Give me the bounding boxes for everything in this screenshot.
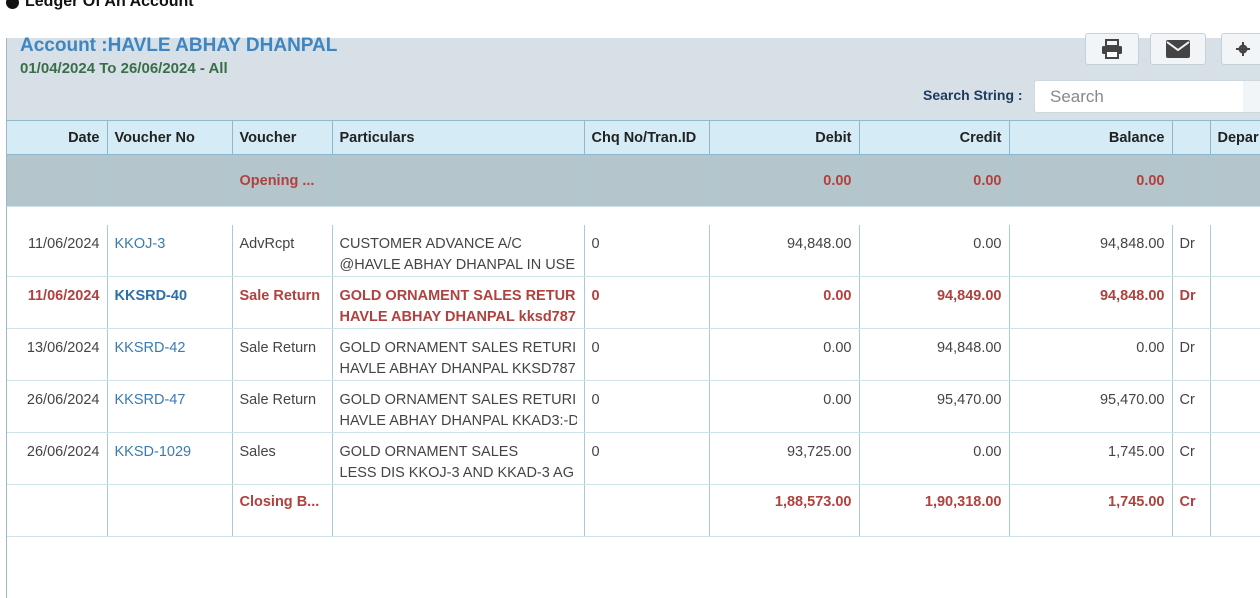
- col-particulars[interactable]: Particulars: [332, 120, 585, 155]
- row-particulars: GOLD ORNAMENT SALES RETURI HAVLE ABHAY D…: [332, 328, 585, 381]
- col-debit[interactable]: Debit: [709, 120, 860, 155]
- row-balance: 95,470.00: [1009, 380, 1173, 433]
- row-credit: 95,470.00: [859, 380, 1010, 433]
- opening-row: Opening ... 0.00 0.00 0.00: [7, 154, 1260, 207]
- closing-row: Closing B... 1,88,573.00 1,90,318.00 1,7…: [7, 484, 1260, 537]
- row-drcr: Cr: [1172, 432, 1211, 485]
- table-row[interactable]: 11/06/2024 KKOJ-3 AdvRcpt CUSTOMER ADVAN…: [7, 224, 1260, 277]
- print-button[interactable]: [1085, 33, 1139, 65]
- row-drcr: Cr: [1172, 380, 1211, 433]
- row-debit: 0.00: [709, 328, 860, 381]
- row-voucher-no-link[interactable]: KKSD-1029: [107, 432, 233, 485]
- row-chq: 0: [584, 432, 710, 485]
- col-voucher[interactable]: Voucher: [232, 120, 333, 155]
- row-balance: 0.00: [1009, 328, 1173, 381]
- row-credit: 0.00: [859, 224, 1010, 277]
- table-row[interactable]: 13/06/2024 KKSRD-42 Sale Return GOLD ORN…: [7, 328, 1260, 381]
- table-row[interactable]: 26/06/2024 KKSD-1029 Sales GOLD ORNAMENT…: [7, 432, 1260, 485]
- ledger-table: Date Voucher No Voucher Particulars Chq …: [7, 120, 1260, 537]
- search-filter-button[interactable]: [1243, 80, 1260, 113]
- printer-icon: [1102, 39, 1122, 59]
- opening-credit: 0.00: [859, 154, 1010, 207]
- col-voucher-no[interactable]: Voucher No: [107, 120, 233, 155]
- panel-header: Account :HAVLE ABHAY DHANPAL 01/04/2024 …: [7, 33, 1260, 120]
- col-balance[interactable]: Balance: [1009, 120, 1173, 155]
- search-label: Search String :: [923, 87, 1023, 103]
- opening-label: Opening ...: [232, 154, 333, 207]
- row-drcr: Dr: [1172, 276, 1211, 329]
- settings-button[interactable]: [1221, 33, 1260, 65]
- spacer-row: [7, 207, 1260, 225]
- row-date: 11/06/2024: [7, 276, 108, 329]
- gear-icon: [1236, 42, 1250, 56]
- row-credit: 94,849.00: [859, 276, 1010, 329]
- ledger-panel: Account :HAVLE ABHAY DHANPAL 01/04/2024 …: [6, 33, 1260, 598]
- row-debit: 94,848.00: [709, 224, 860, 277]
- row-debit: 93,725.00: [709, 432, 860, 485]
- row-particulars: CUSTOMER ADVANCE A/C @HAVLE ABHAY DHANPA…: [332, 224, 585, 277]
- row-chq: 0: [584, 328, 710, 381]
- envelope-icon: [1166, 40, 1190, 58]
- row-balance: 94,848.00: [1009, 276, 1173, 329]
- email-button[interactable]: [1150, 33, 1206, 65]
- row-voucher-type: Sale Return: [232, 328, 333, 381]
- row-credit: 94,848.00: [859, 328, 1010, 381]
- row-chq: 0: [584, 224, 710, 277]
- closing-balance: 1,745.00: [1009, 484, 1173, 537]
- row-drcr: Dr: [1172, 328, 1211, 381]
- closing-drcr: Cr: [1172, 484, 1211, 537]
- row-date: 13/06/2024: [7, 328, 108, 381]
- closing-debit: 1,88,573.00: [709, 484, 860, 537]
- account-title: Account :HAVLE ABHAY DHANPAL: [20, 35, 338, 56]
- date-range: 01/04/2024 To 26/06/2024 - All: [20, 60, 228, 77]
- row-voucher-no-link[interactable]: KKOJ-3: [107, 224, 233, 277]
- search-input[interactable]: [1034, 80, 1244, 113]
- row-voucher-type: Sale Return: [232, 276, 333, 329]
- row-debit: 0.00: [709, 380, 860, 433]
- row-voucher-type: AdvRcpt: [232, 224, 333, 277]
- bullet-icon: [6, 0, 19, 9]
- row-voucher-type: Sale Return: [232, 380, 333, 433]
- row-date: 11/06/2024: [7, 224, 108, 277]
- opening-debit: 0.00: [709, 154, 860, 207]
- row-date: 26/06/2024: [7, 380, 108, 433]
- col-credit[interactable]: Credit: [859, 120, 1010, 155]
- table-row[interactable]: 26/06/2024 KKSRD-47 Sale Return GOLD ORN…: [7, 380, 1260, 433]
- page-heading: Ledger Of An Account: [6, 0, 194, 11]
- row-particulars: GOLD ORNAMENT SALES LESS DIS KKOJ-3 AND …: [332, 432, 585, 485]
- row-chq: 0: [584, 380, 710, 433]
- closing-credit: 1,90,318.00: [859, 484, 1010, 537]
- row-voucher-no-link[interactable]: KKSRD-40: [107, 276, 233, 329]
- row-particulars: GOLD ORNAMENT SALES RETUR HAVLE ABHAY DH…: [332, 276, 585, 329]
- opening-balance: 0.00: [1009, 154, 1173, 207]
- row-voucher-no-link[interactable]: KKSRD-42: [107, 328, 233, 381]
- row-particulars: GOLD ORNAMENT SALES RETURI HAVLE ABHAY D…: [332, 380, 585, 433]
- col-drcr[interactable]: [1172, 120, 1211, 155]
- page-heading-text: Ledger Of An Account: [25, 0, 194, 10]
- row-drcr: Dr: [1172, 224, 1211, 277]
- col-chq-no[interactable]: Chq No/Tran.ID: [584, 120, 710, 155]
- col-department[interactable]: Depar: [1210, 120, 1260, 155]
- row-voucher-type: Sales: [232, 432, 333, 485]
- row-voucher-no-link[interactable]: KKSRD-47: [107, 380, 233, 433]
- closing-label: Closing B...: [232, 484, 333, 537]
- row-chq: 0: [584, 276, 710, 329]
- row-balance: 1,745.00: [1009, 432, 1173, 485]
- table-header-row: Date Voucher No Voucher Particulars Chq …: [7, 120, 1260, 155]
- row-credit: 0.00: [859, 432, 1010, 485]
- row-debit: 0.00: [709, 276, 860, 329]
- table-row-highlighted[interactable]: 11/06/2024 KKSRD-40 Sale Return GOLD ORN…: [7, 276, 1260, 329]
- col-date[interactable]: Date: [7, 120, 108, 155]
- row-date: 26/06/2024: [7, 432, 108, 485]
- row-balance: 94,848.00: [1009, 224, 1173, 277]
